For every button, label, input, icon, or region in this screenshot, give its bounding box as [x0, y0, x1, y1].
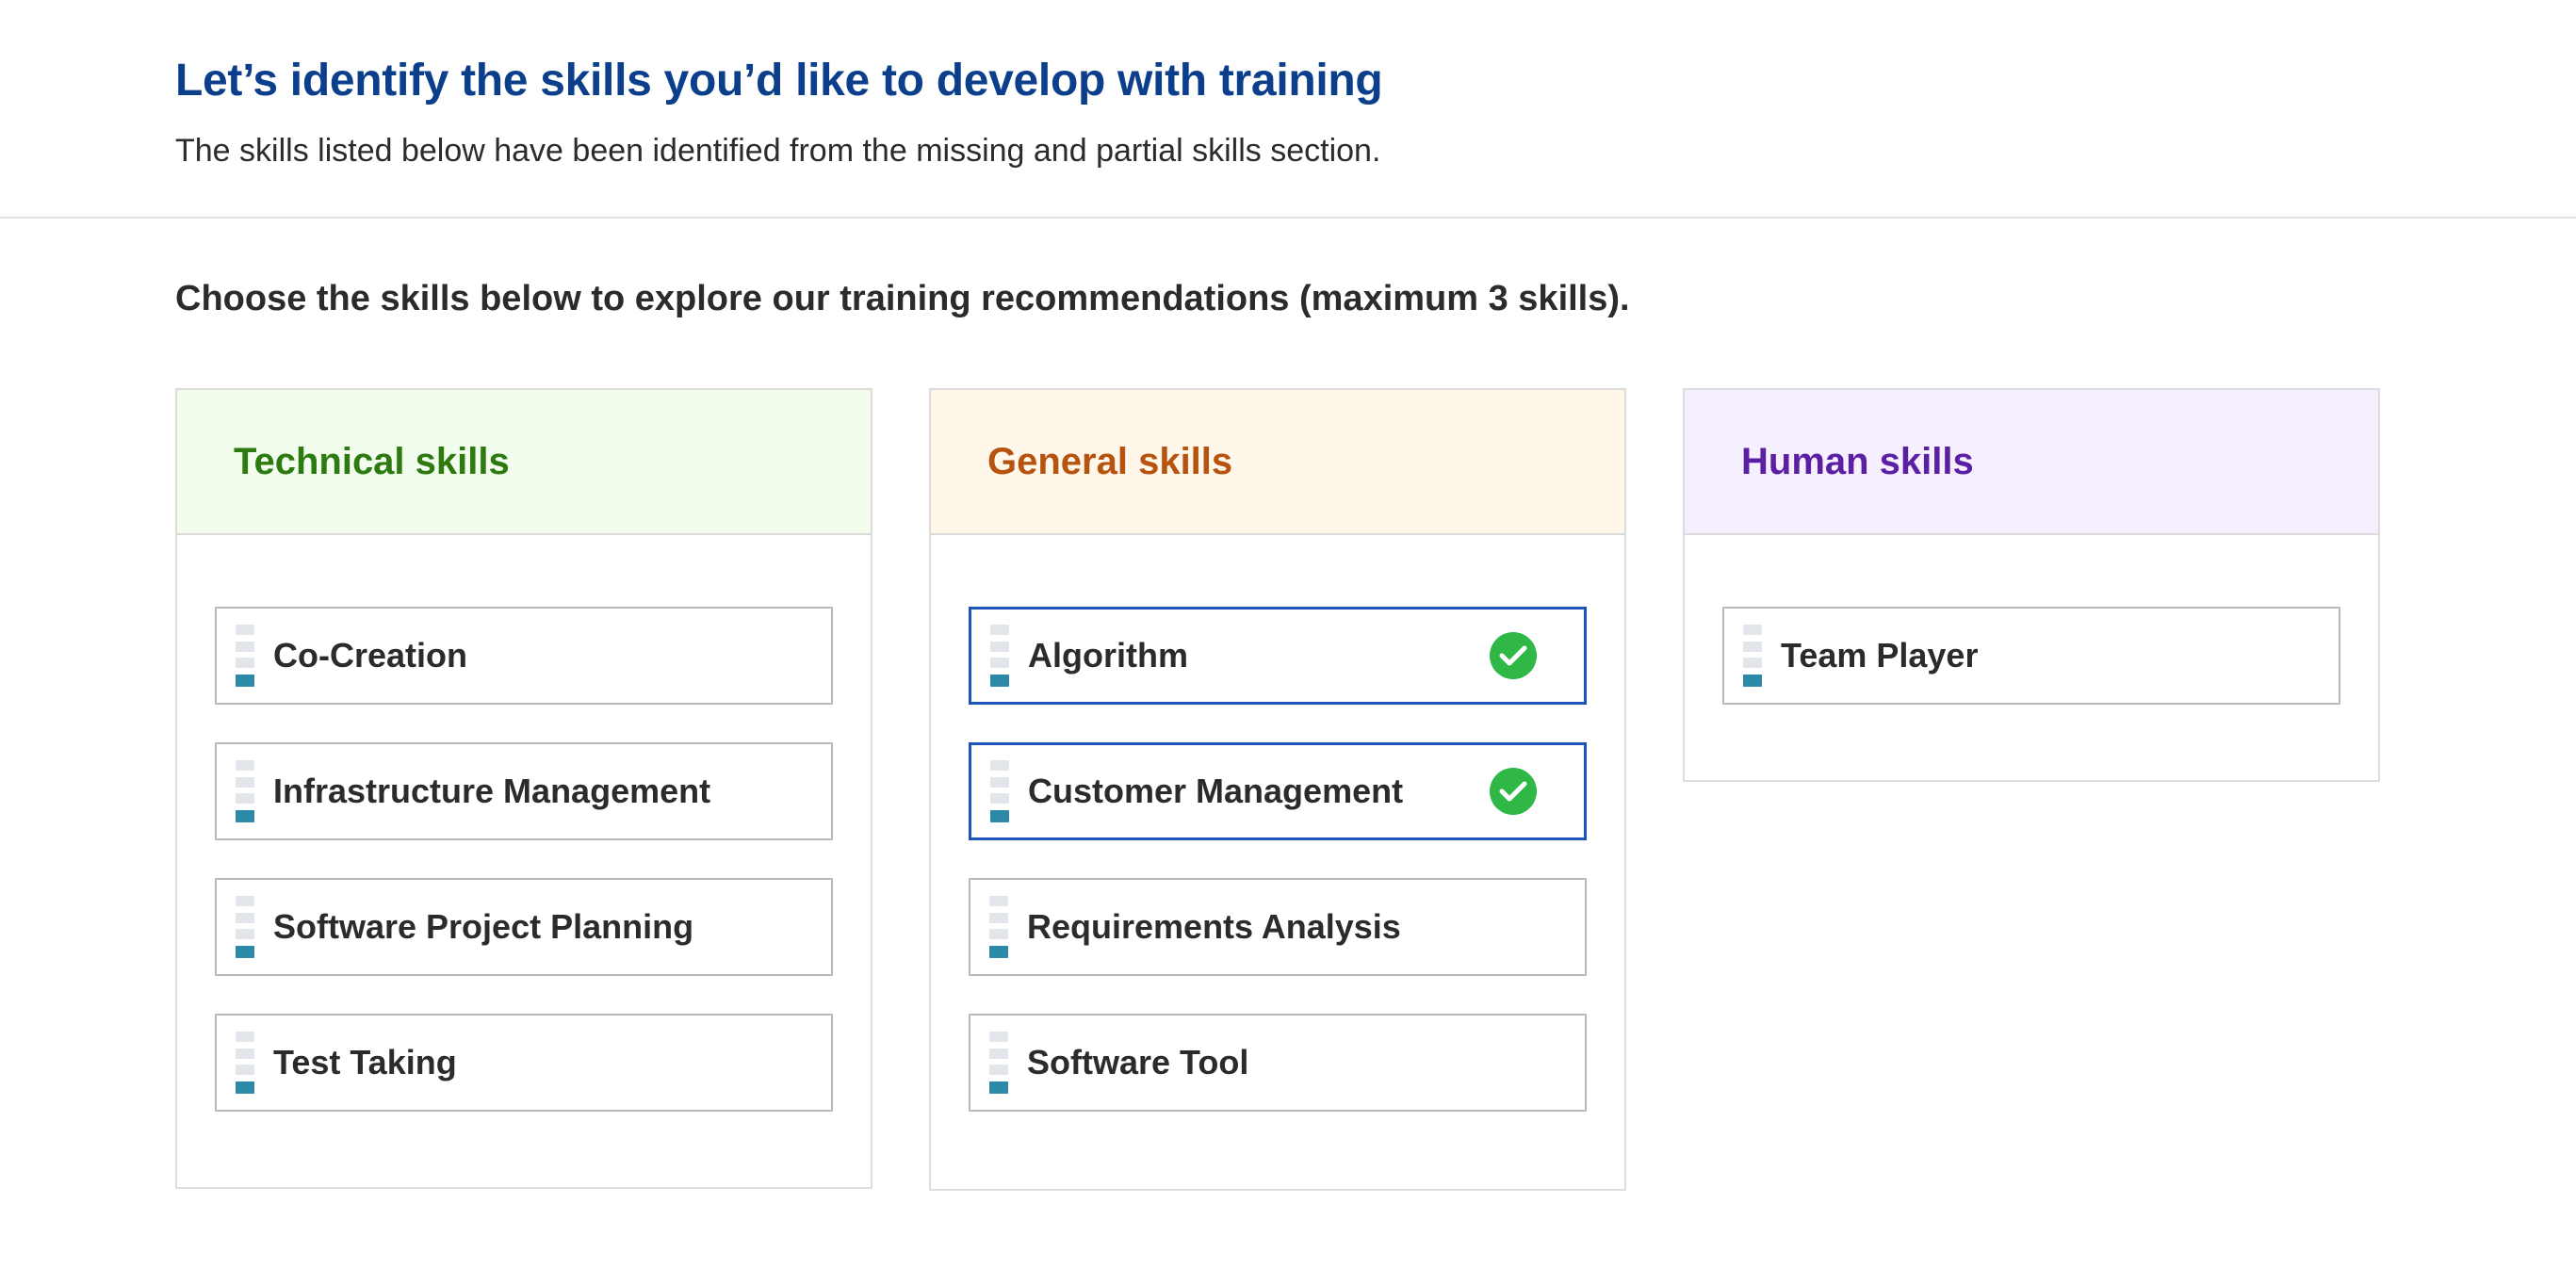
skill-level-icon: [1743, 625, 1762, 687]
skill-team-player[interactable]: Team Player: [1722, 607, 2340, 705]
skill-level-icon: [990, 760, 1009, 822]
general-skills-card: General skills Algorithm Customer Manage…: [929, 388, 1626, 1191]
skill-co-creation[interactable]: Co-Creation: [215, 607, 833, 705]
skill-level-icon: [236, 625, 254, 687]
skill-level-icon: [236, 760, 254, 822]
technical-skills-heading: Technical skills: [177, 390, 871, 535]
human-skills-heading: Human skills: [1685, 390, 2378, 535]
skill-level-icon: [989, 896, 1008, 958]
skill-level-icon: [989, 1032, 1008, 1094]
instruction-text: Choose the skills below to explore our t…: [175, 279, 1630, 318]
check-circle-icon: [1490, 632, 1537, 679]
skill-level-icon: [236, 1032, 254, 1094]
skill-test-taking[interactable]: Test Taking: [215, 1014, 833, 1112]
skill-label: Infrastructure Management: [273, 772, 711, 810]
skill-label: Co-Creation: [273, 636, 467, 675]
page-title: Let’s identify the skills you’d like to …: [175, 56, 1383, 106]
page-header: Let’s identify the skills you’d like to …: [0, 0, 2576, 219]
skill-software-tool[interactable]: Software Tool: [969, 1014, 1587, 1112]
human-skills-card: Human skills Team Player: [1683, 388, 2380, 782]
skill-label: Software Tool: [1027, 1043, 1249, 1081]
skill-label: Customer Management: [1028, 772, 1404, 810]
skill-label: Test Taking: [273, 1043, 457, 1081]
general-skills-heading: General skills: [931, 390, 1624, 535]
skill-level-icon: [236, 896, 254, 958]
skill-customer-management[interactable]: Customer Management: [969, 742, 1587, 840]
skill-infrastructure-management[interactable]: Infrastructure Management: [215, 742, 833, 840]
skill-level-icon: [990, 625, 1009, 687]
skill-label: Software Project Planning: [273, 907, 694, 946]
technical-skills-card: Technical skills Co-Creation Infrastruct…: [175, 388, 872, 1189]
skill-requirements-analysis[interactable]: Requirements Analysis: [969, 878, 1587, 976]
skill-label: Algorithm: [1028, 636, 1188, 675]
check-circle-icon: [1490, 768, 1537, 815]
skill-algorithm[interactable]: Algorithm: [969, 607, 1587, 705]
skill-label: Team Player: [1781, 636, 1979, 675]
skill-software-project-planning[interactable]: Software Project Planning: [215, 878, 833, 976]
skill-label: Requirements Analysis: [1027, 907, 1401, 946]
page-subtitle: The skills listed below have been identi…: [175, 133, 1381, 169]
